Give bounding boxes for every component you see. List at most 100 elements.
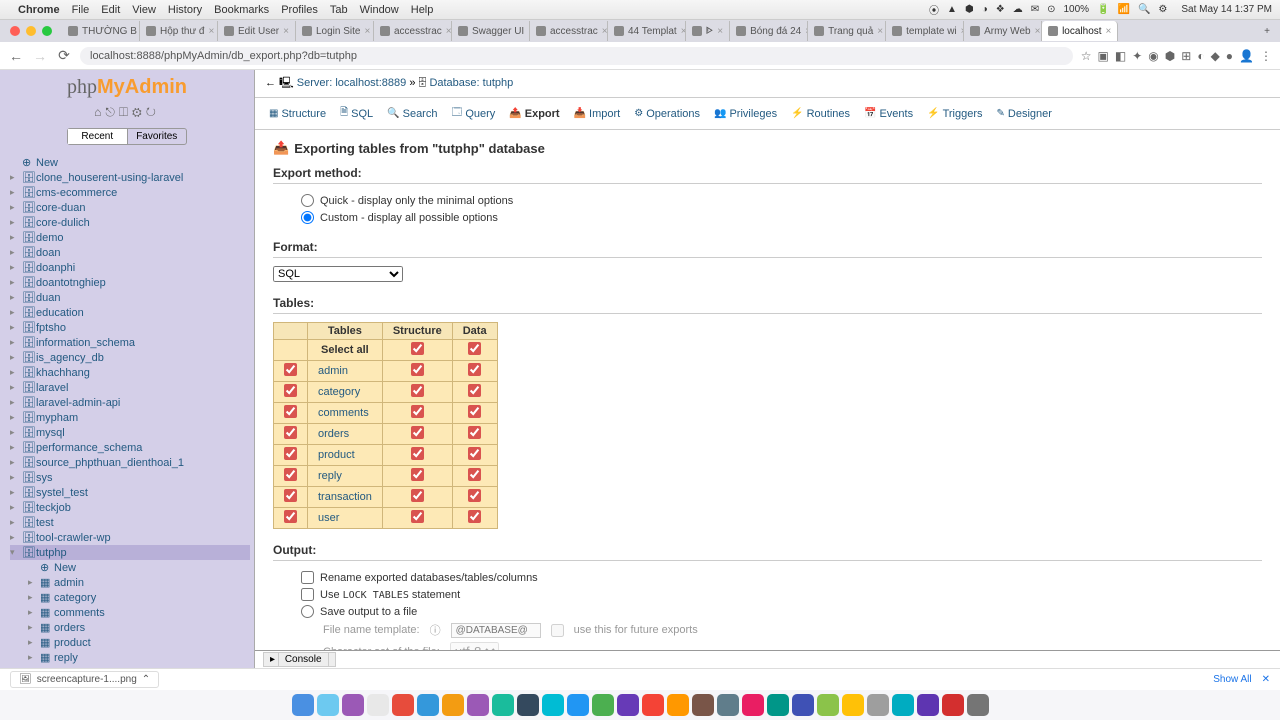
pma-tab-triggers[interactable]: ⚡Triggers	[921, 102, 988, 125]
forward-button[interactable]: →	[32, 48, 48, 64]
pma-tab-events[interactable]: 📅Events	[858, 102, 919, 125]
ext-icon[interactable]: ◉	[1148, 49, 1158, 63]
dock-app[interactable]	[767, 694, 789, 716]
menu-file[interactable]: File	[72, 4, 90, 16]
row-check[interactable]	[284, 510, 297, 523]
radio-custom[interactable]	[301, 211, 314, 224]
db-item[interactable]: ▸🗄teckjob	[10, 500, 250, 515]
pma-tab-sql[interactable]: 🗎SQL	[334, 102, 379, 125]
ext-icon[interactable]: ⊞	[1181, 49, 1191, 63]
structure-check[interactable]	[411, 363, 424, 376]
db-item[interactable]: ▸🗄core-dulich	[10, 215, 250, 230]
data-check[interactable]	[468, 384, 481, 397]
structure-check[interactable]	[411, 384, 424, 397]
battery-icon[interactable]: 🔋	[1097, 4, 1109, 15]
select-all[interactable]: Select all	[308, 340, 383, 361]
table-item[interactable]: ▸▦category	[10, 590, 250, 605]
browser-tab[interactable]: localhost×	[1042, 21, 1118, 41]
pma-tab-export[interactable]: 📤Export	[503, 102, 565, 125]
menubar-icon[interactable]: ❖	[996, 4, 1005, 15]
db-item[interactable]: ▸🗄laravel-admin-api	[10, 395, 250, 410]
profile-icon[interactable]: 👤	[1239, 49, 1254, 63]
dock-app[interactable]	[842, 694, 864, 716]
console-bar[interactable]: ▸ Console	[255, 650, 1280, 668]
menu-edit[interactable]: Edit	[101, 4, 120, 16]
format-select[interactable]: SQL	[273, 266, 403, 282]
show-all-downloads[interactable]: Show All	[1213, 674, 1251, 685]
dock-app[interactable]	[592, 694, 614, 716]
table-name[interactable]: admin	[308, 361, 383, 382]
pma-tab-designer[interactable]: ✎Designer	[991, 102, 1058, 125]
db-item[interactable]: ▸🗄doan	[10, 245, 250, 260]
table-name[interactable]: transaction	[308, 487, 383, 508]
db-item[interactable]: ▸🗄tool-crawler-wp	[10, 530, 250, 545]
maximize-window[interactable]	[42, 26, 52, 36]
browser-tab[interactable]: ᐈ×	[686, 21, 730, 41]
structure-check[interactable]	[411, 510, 424, 523]
browser-tab[interactable]: Swagger UI×	[452, 21, 530, 41]
table-item[interactable]: ▸▦reply	[10, 650, 250, 665]
check-lock[interactable]	[301, 588, 314, 601]
select-all-data[interactable]	[468, 342, 481, 355]
structure-check[interactable]	[411, 405, 424, 418]
db-item[interactable]: ▸🗄is_agency_db	[10, 350, 250, 365]
dock-app[interactable]	[892, 694, 914, 716]
db-item[interactable]: ▸🗄doantotnghiep	[10, 275, 250, 290]
db-item[interactable]: ▸🗄systel_test	[10, 485, 250, 500]
ext-icon[interactable]: ⬢	[1165, 49, 1175, 63]
browser-tab[interactable]: THƯỜNG B×	[62, 21, 140, 41]
menu-tab[interactable]: Tab	[330, 4, 348, 16]
db-item[interactable]: ▸🗄information_schema	[10, 335, 250, 350]
dock-app[interactable]	[417, 694, 439, 716]
db-item[interactable]: ▸🗄core-duan	[10, 200, 250, 215]
data-check[interactable]	[468, 426, 481, 439]
menubar-icon[interactable]: ▲	[947, 4, 957, 15]
new-db[interactable]: ⊕New	[10, 155, 250, 170]
dock-app[interactable]	[392, 694, 414, 716]
dock-app[interactable]	[917, 694, 939, 716]
dock-app[interactable]	[942, 694, 964, 716]
db-item[interactable]: ▸🗄mypham	[10, 410, 250, 425]
ext-icon[interactable]: ◐	[1197, 49, 1204, 63]
server-link[interactable]: Server: localhost:8889	[297, 77, 406, 89]
close-window[interactable]	[10, 26, 20, 36]
pma-tab-import[interactable]: 📥Import	[568, 102, 627, 125]
db-item[interactable]: ▸🗄demo	[10, 230, 250, 245]
radio-save-file[interactable]	[301, 605, 314, 618]
db-item[interactable]: ▸🗄doanphi	[10, 260, 250, 275]
row-check[interactable]	[284, 405, 297, 418]
db-item[interactable]: ▸🗄clone_houserent-using-laravel	[10, 170, 250, 185]
menubar-icon[interactable]: ◑	[982, 4, 988, 15]
close-shelf[interactable]: ✕	[1262, 674, 1270, 685]
data-check[interactable]	[468, 468, 481, 481]
data-check[interactable]	[468, 447, 481, 460]
dock-app[interactable]	[567, 694, 589, 716]
db-item[interactable]: ▸🗄laravel	[10, 380, 250, 395]
structure-check[interactable]	[411, 426, 424, 439]
db-item[interactable]: ▸🗄sys	[10, 470, 250, 485]
menu-profiles[interactable]: Profiles	[281, 4, 318, 16]
row-check[interactable]	[284, 447, 297, 460]
db-item[interactable]: ▸🗄source_phpthuan_dienthoai_1	[10, 455, 250, 470]
menu-window[interactable]: Window	[360, 4, 399, 16]
ext-icon[interactable]: ✦	[1132, 49, 1142, 63]
data-check[interactable]	[468, 363, 481, 376]
data-check[interactable]	[468, 489, 481, 502]
db-item[interactable]: ▸🗄fptsho	[10, 320, 250, 335]
structure-check[interactable]	[411, 489, 424, 502]
star-icon[interactable]: ☆	[1081, 49, 1092, 63]
table-item[interactable]: ▸▦product	[10, 635, 250, 650]
row-check[interactable]	[284, 363, 297, 376]
menu-bookmarks[interactable]: Bookmarks	[214, 4, 269, 16]
dock-app[interactable]	[467, 694, 489, 716]
db-item[interactable]: ▸🗄khachhang	[10, 365, 250, 380]
table-name[interactable]: product	[308, 445, 383, 466]
table-item[interactable]: ▸▦orders	[10, 620, 250, 635]
download-item[interactable]: 🖼screencapture-1....png⌃	[10, 671, 159, 688]
dock-app[interactable]	[742, 694, 764, 716]
ext-icon[interactable]: ●	[1226, 49, 1233, 63]
data-check[interactable]	[468, 405, 481, 418]
row-check[interactable]	[284, 384, 297, 397]
docs-icon[interactable]: ◫	[119, 105, 132, 119]
menubar-icon[interactable]: ⊙	[1047, 4, 1055, 15]
